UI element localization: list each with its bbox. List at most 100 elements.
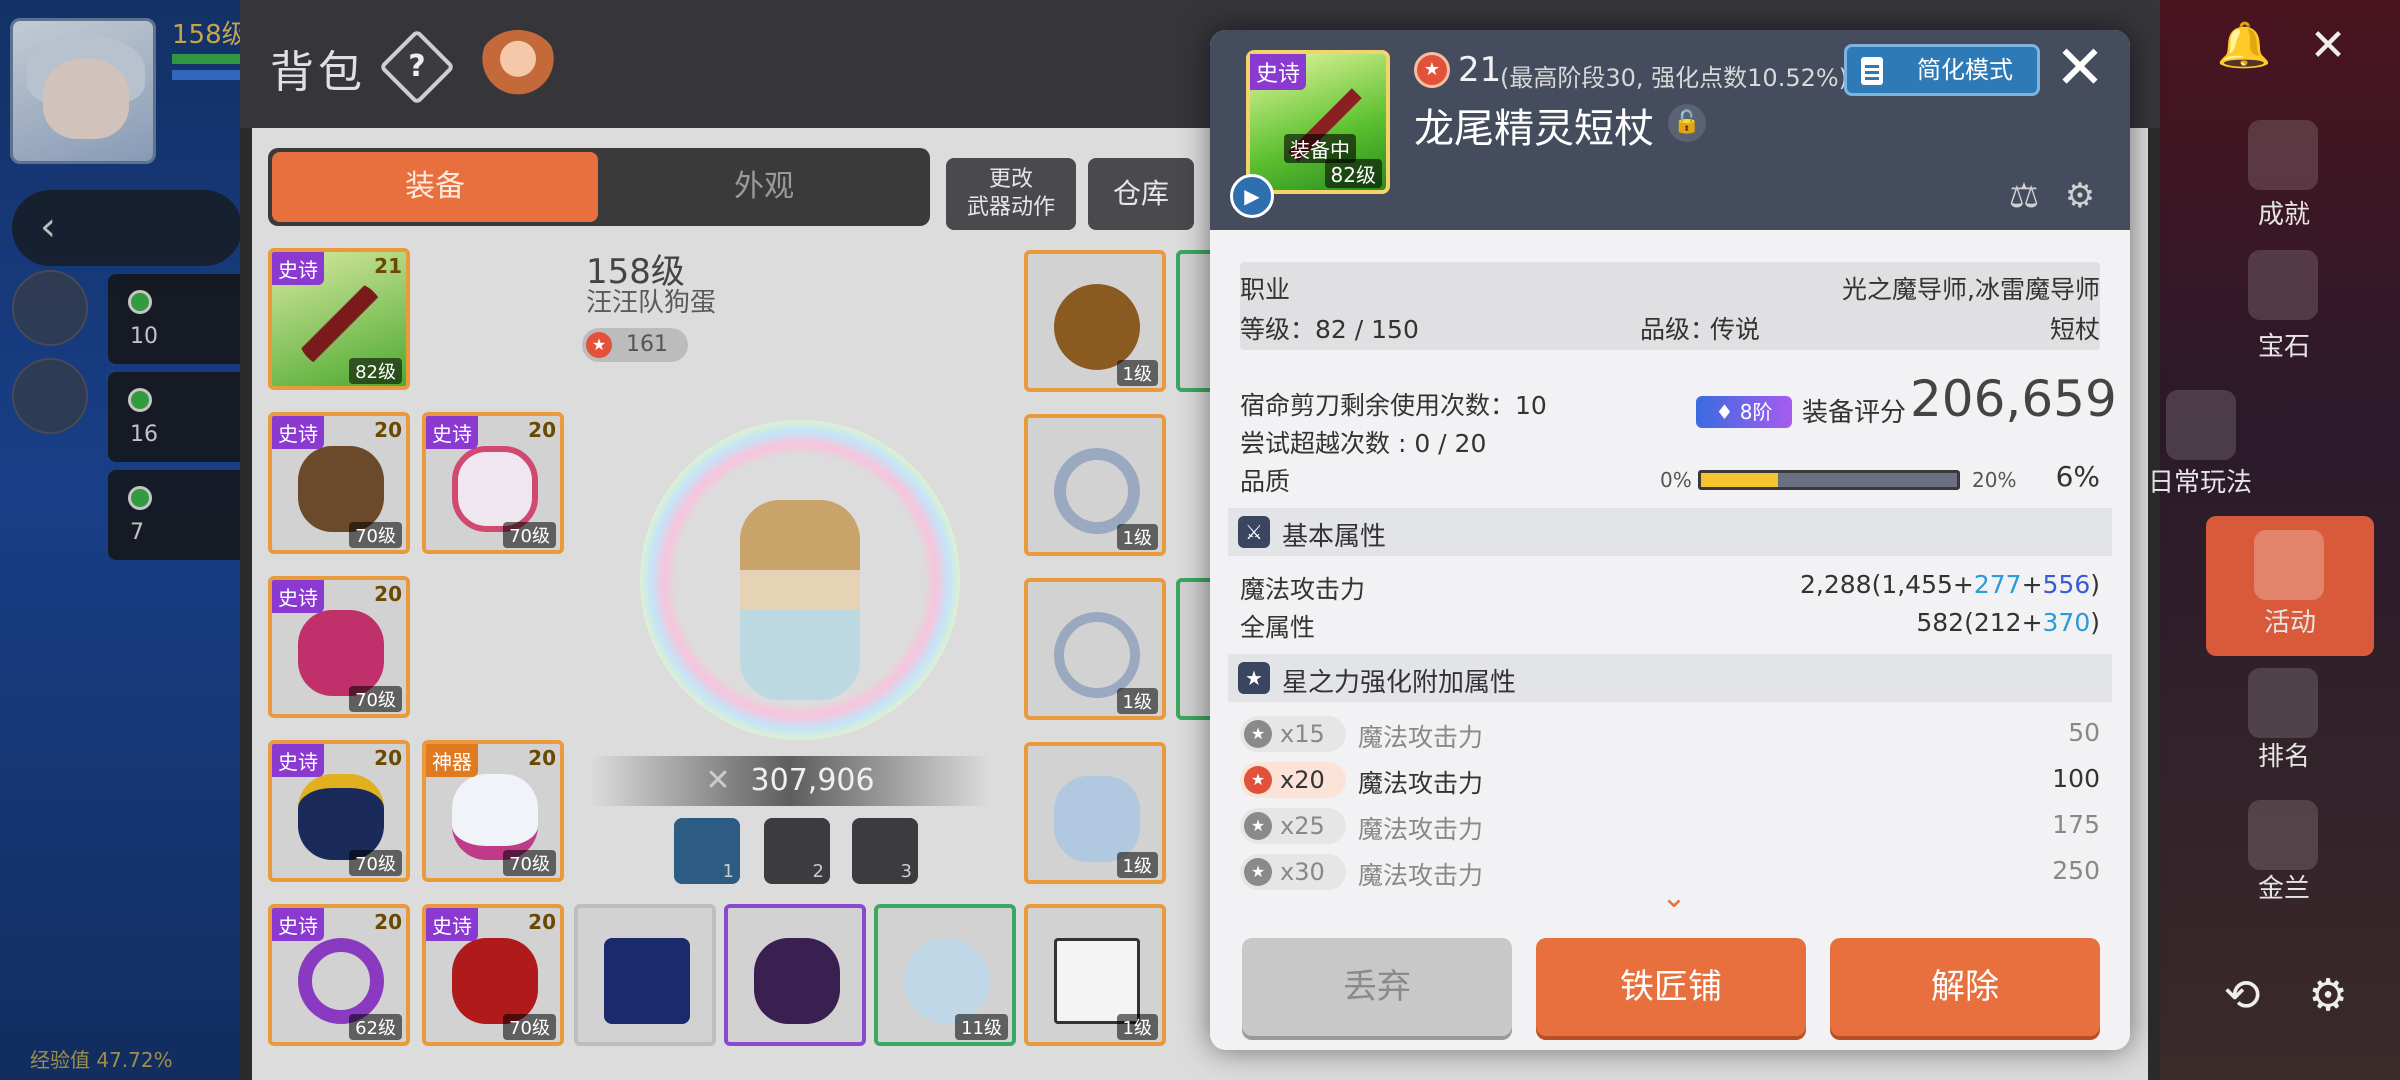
warehouse-button[interactable]: 仓库 <box>1088 158 1194 230</box>
simple-mode-button[interactable]: 简化模式 <box>1844 44 2040 96</box>
bell-icon[interactable]: 🔔 <box>2216 18 2272 74</box>
stat-value: 582(212+370) <box>1916 608 2100 637</box>
settings-gear-icon[interactable]: ⚙ <box>2300 968 2356 1024</box>
menu-guild[interactable]: 金兰 <box>2214 868 2354 905</box>
equip-slot-ring[interactable]: 1级 <box>1024 414 1166 556</box>
menu-ranking[interactable]: 排名 <box>2214 736 2354 773</box>
equip-slot-helmet[interactable]: 史诗2070级 <box>268 412 410 554</box>
equip-slot-book[interactable] <box>574 904 716 1046</box>
preset-3[interactable]: 3 <box>852 818 918 884</box>
heart-icon <box>904 938 990 1024</box>
item-info-box: 职业 光之魔导师,冰雷魔导师 等级：82 / 150 品级： 传说 短杖 <box>1240 262 2100 350</box>
scroll-down-chevron-icon[interactable]: ⌄ <box>1654 880 1694 915</box>
item-score: 206,659 <box>1910 370 2117 428</box>
quality-min: 0% <box>1660 468 1692 492</box>
level-requirement: 等级：82 / 150 <box>1240 315 1419 344</box>
score-label: 装备评分 <box>1802 398 1907 428</box>
ring-icon <box>1054 612 1140 698</box>
star-icon: ★ <box>1244 766 1272 794</box>
item-name: 龙尾精灵短杖 <box>1414 106 1654 152</box>
shoulder-icon <box>298 774 384 860</box>
tab-equipment[interactable]: 装备 <box>272 152 598 222</box>
quality-label: 品质 <box>1240 467 1291 496</box>
starforce-row: ★ x15 魔法攻击力 50 <box>1240 716 2100 756</box>
equip-slot-overall[interactable]: 史诗2070级 <box>268 576 410 718</box>
lock-icon[interactable]: 🔓 <box>1668 104 1706 142</box>
equip-slot-emblem[interactable] <box>724 904 866 1046</box>
preset-1[interactable]: 1 <box>674 818 740 884</box>
grade-label: 品级： <box>1640 315 1716 344</box>
tab-appearance[interactable]: 外观 <box>602 152 926 222</box>
stat-name: 魔法攻击力 <box>1240 575 1366 604</box>
left-dim <box>0 0 240 1080</box>
change-weapon-action-button[interactable]: 更改 武器动作 <box>946 158 1076 230</box>
character-name: 汪汪队狗蛋 <box>586 288 717 318</box>
combat-power: ✕ 307,906 <box>590 756 990 806</box>
compare-scale-icon[interactable]: ⚖ <box>2002 174 2046 218</box>
menu-daily[interactable]: 日常玩法 <box>2130 462 2270 499</box>
job-value: 光之魔导师,冰雷魔导师 <box>1842 275 2100 304</box>
equip-slot-cape[interactable]: 史诗2070级 <box>422 904 564 1046</box>
equip-slot-weapon[interactable]: 史诗2182级 <box>268 248 410 390</box>
unequip-button[interactable]: 解除 <box>1830 938 2100 1036</box>
robe-icon <box>298 610 384 696</box>
item-type: 短杖 <box>2049 315 2100 344</box>
equip-slot-heart[interactable]: 11级 <box>874 904 1016 1046</box>
equip-slot-shoulder[interactable]: 史诗2070级 <box>268 740 410 882</box>
star-icon: ★ <box>586 332 612 358</box>
auto-icon[interactable]: ⟲ <box>2214 968 2270 1024</box>
equip-slot-pendant[interactable]: 1级 <box>1024 250 1166 392</box>
close-panel-icon[interactable]: ✕ <box>2300 18 2356 74</box>
gem-icon[interactable] <box>2248 250 2318 320</box>
calendar-icon <box>2254 530 2324 600</box>
play-icon[interactable]: ▶ <box>1230 174 1274 218</box>
daily-icon[interactable] <box>2166 390 2236 460</box>
inventory-tabs: 装备 外观 <box>268 148 930 226</box>
basic-stats-header: ⚔ 基本属性 <box>1228 508 2112 556</box>
starforce-stats-header: ★ 星之力强化附加属性 <box>1228 654 2112 702</box>
discard-button[interactable]: 丢弃 <box>1242 938 1512 1036</box>
weapon-icon <box>298 282 384 368</box>
menu-gem[interactable]: 宝石 <box>2214 326 2354 363</box>
badge-icon <box>1054 938 1140 1024</box>
star-icon: ★ <box>1244 720 1272 748</box>
item-star-note: (最高阶段30, 强化点数10.52%) <box>1500 64 1849 92</box>
earring-icon <box>1054 776 1140 862</box>
star-icon: ★ <box>1244 858 1272 886</box>
achievement-icon[interactable] <box>2248 120 2318 190</box>
sword-icon: ⚔ <box>1238 516 1270 548</box>
equip-slot-ring[interactable]: 1级 <box>1024 578 1166 720</box>
belt-icon <box>298 938 384 1024</box>
preset-2[interactable]: 2 <box>764 818 830 884</box>
menu-achievement[interactable]: 成就 <box>2214 194 2354 231</box>
stat-value: 2,288(1,455+277+556) <box>1800 570 2100 599</box>
glove-icon <box>452 446 538 532</box>
starforce-icon: ★ <box>1414 52 1450 88</box>
sword-icon: ✕ <box>705 763 731 798</box>
item-star-count: 21 <box>1458 50 1502 90</box>
shoes-icon <box>452 774 538 860</box>
stat-name: 全属性 <box>1240 613 1316 642</box>
equip-slot-glove[interactable]: 史诗2070级 <box>422 412 564 554</box>
emblem-icon <box>754 938 840 1024</box>
inventory-title: 背包 <box>270 47 366 98</box>
equip-slot-belt[interactable]: 史诗2062级 <box>268 904 410 1046</box>
item-detail-popup: 史诗 装备中 82级 ▶ ★ 21 (最高阶段30, 强化点数10.52%) 简… <box>1210 30 2130 1050</box>
friends-icon[interactable] <box>2248 800 2318 870</box>
star-icon: ★ <box>1238 662 1270 694</box>
npc-helper-icon[interactable] <box>478 30 558 102</box>
helmet-icon <box>298 446 384 532</box>
gear-icon[interactable]: ⚙ <box>2058 174 2102 218</box>
document-icon <box>1861 57 1883 85</box>
book-icon <box>604 938 690 1024</box>
activity-tile[interactable]: 活动 <box>2206 516 2374 656</box>
equip-slot-badge[interactable]: 1级 <box>1024 904 1166 1046</box>
trophy-icon[interactable] <box>2248 668 2318 738</box>
equip-slot-shoes[interactable]: 神器2070级 <box>422 740 564 882</box>
blacksmith-button[interactable]: 铁匠铺 <box>1536 938 1806 1036</box>
grade-value: 传说 <box>1710 315 1761 344</box>
close-icon[interactable]: ✕ <box>2050 38 2110 100</box>
scissors-count: 宿命剪刀剩余使用次数：10 <box>1240 391 1547 420</box>
equip-slot-earring[interactable]: 1级 <box>1024 742 1166 884</box>
job-label: 职业 <box>1240 275 1291 304</box>
